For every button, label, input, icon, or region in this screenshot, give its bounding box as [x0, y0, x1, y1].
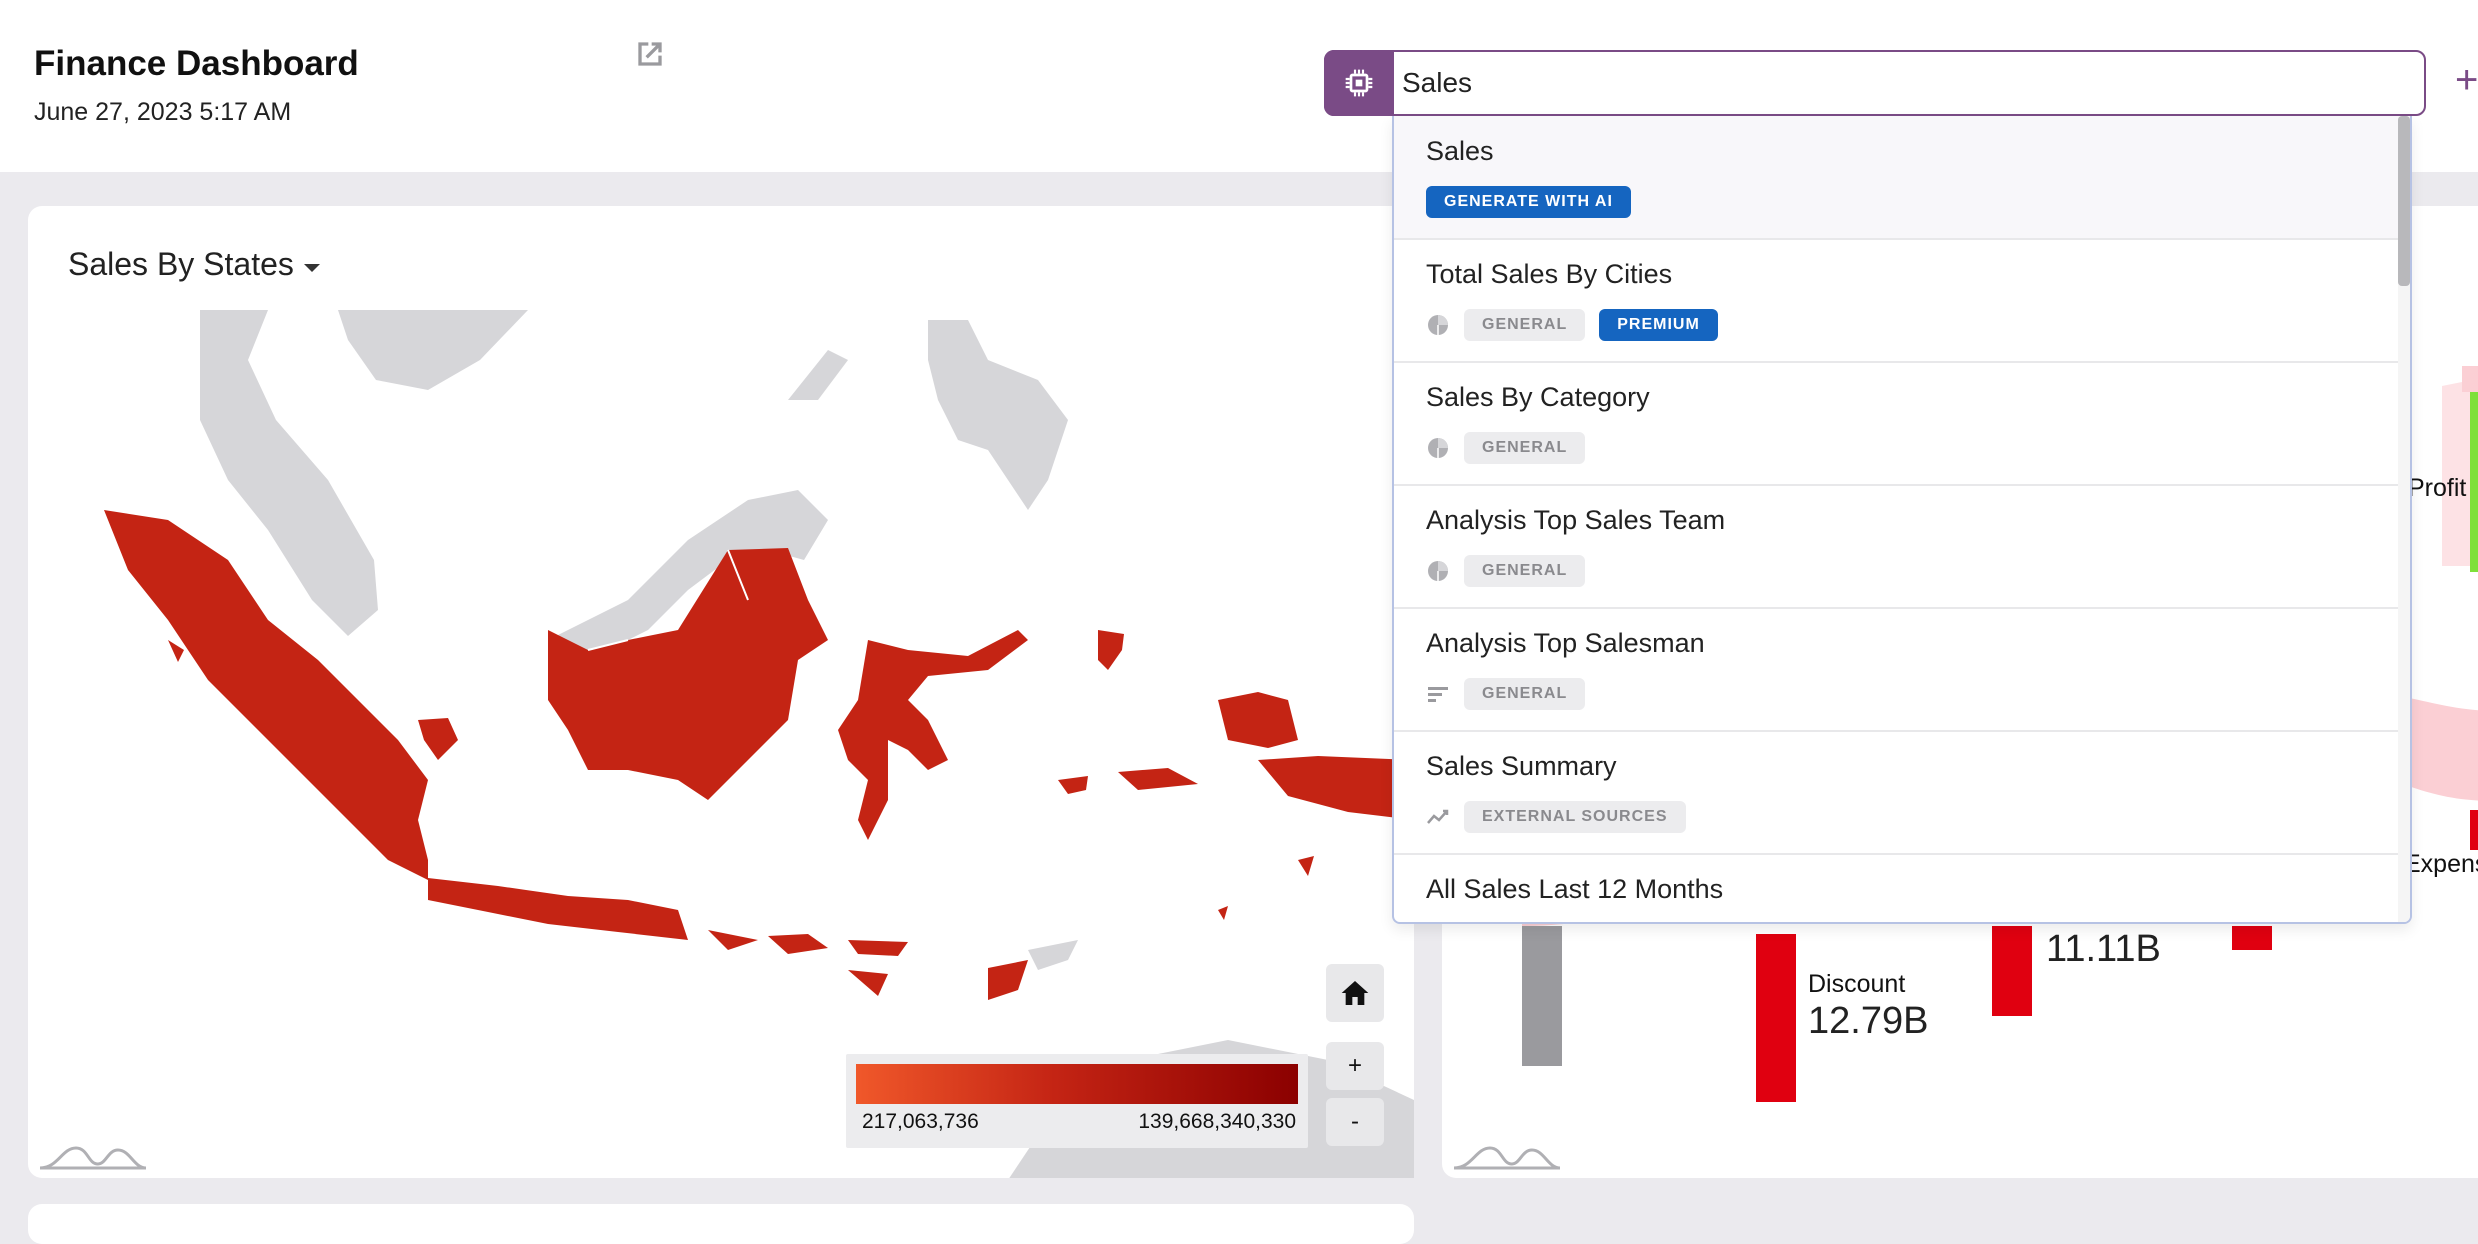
- suggestion-item[interactable]: Sales By Category GENERAL: [1394, 362, 2398, 486]
- map-home-button[interactable]: [1326, 964, 1384, 1022]
- suggestion-title: Analysis Top Salesman: [1426, 628, 1705, 658]
- suggestion-tags: GENERATE WITH AI: [1426, 186, 1631, 218]
- brand-logo-icon: [1453, 1146, 1561, 1170]
- legend-gradient: [856, 1064, 1298, 1104]
- dashboard-title: Finance Dashboard: [34, 44, 359, 83]
- map-region-sulawesi: [838, 630, 1028, 840]
- suggestion-tags: GENERAL: [1426, 678, 1586, 710]
- sankey-value-discount: 12.79B: [1808, 1000, 1929, 1042]
- map-region-sumatra: [104, 510, 428, 880]
- pie-chart-icon: [1426, 436, 1450, 460]
- suggestion-item[interactable]: Sales GENERATE WITH AI: [1394, 116, 2398, 240]
- sankey-node-red-3: [2232, 926, 2272, 950]
- sankey-node-red-2: [1992, 926, 2032, 1016]
- bar-list-icon: [1426, 682, 1450, 706]
- brand-logo-icon: [39, 1146, 147, 1170]
- map-legend: 217,063,736 139,668,340,330: [846, 1054, 1308, 1148]
- pie-chart-icon: [1426, 313, 1450, 337]
- add-icon[interactable]: +: [2455, 58, 2478, 103]
- sankey-label-profit: Profit: [2408, 474, 2467, 502]
- map-card-title[interactable]: Sales By States: [68, 246, 294, 283]
- legend-min-value: 217,063,736: [862, 1110, 979, 1133]
- zoom-in-button[interactable]: +: [1326, 1042, 1384, 1090]
- chevron-down-icon[interactable]: [302, 262, 322, 274]
- bottom-card: [28, 1204, 1414, 1244]
- suggestion-title: Sales By Category: [1426, 382, 1650, 412]
- ai-search-button[interactable]: [1324, 50, 1394, 116]
- suggestion-title: Sales: [1426, 136, 1494, 166]
- search-input[interactable]: [1394, 52, 2414, 114]
- search-suggestions-dropdown: Sales GENERATE WITH AI Total Sales By Citi…: [1392, 116, 2412, 924]
- suggestion-item[interactable]: Analysis Top Salesman GENERAL: [1394, 608, 2398, 732]
- suggestion-title: Sales Summary: [1426, 751, 1617, 781]
- suggestion-tag: EXTERNAL SOURCES: [1464, 801, 1686, 833]
- suggestion-tag[interactable]: GENERATE WITH AI: [1426, 186, 1631, 218]
- pie-chart-icon: [1426, 559, 1450, 583]
- suggestion-item[interactable]: Total Sales By Cities GENERAL PREMIUM: [1394, 239, 2398, 363]
- sankey-node-profit: [2470, 392, 2478, 572]
- trend-line-icon: [1426, 805, 1450, 829]
- home-icon: [1341, 981, 1369, 1005]
- sankey-node-discount: [1756, 934, 1796, 1102]
- sankey-node-gray: [1522, 926, 1562, 1066]
- sankey-label-expense: Expens: [2404, 850, 2478, 878]
- map-region-java: [428, 878, 688, 940]
- suggestion-item[interactable]: Sales Summary EXTERNAL SOURCES: [1394, 731, 2398, 855]
- suggestion-tags: GENERAL PREMIUM: [1426, 309, 1718, 341]
- zoom-out-button[interactable]: -: [1326, 1098, 1384, 1146]
- chip-icon: [1345, 69, 1373, 97]
- sankey-label-discount: Discount: [1808, 970, 1906, 998]
- indonesia-map: [104, 310, 1414, 1178]
- suggestion-tag: GENERAL: [1464, 432, 1586, 464]
- dashboard-date: June 27, 2023 5:17 AM: [34, 98, 292, 126]
- suggestion-tag: GENERAL: [1464, 678, 1586, 710]
- suggestion-tag: PREMIUM: [1599, 309, 1718, 341]
- suggestion-tags: GENERAL: [1426, 555, 1586, 587]
- suggestion-tag: GENERAL: [1464, 309, 1586, 341]
- sankey-value-other: 11.11B: [2046, 928, 2161, 970]
- suggestion-title: Analysis Top Sales Team: [1426, 505, 1726, 535]
- suggestion-item[interactable]: All Sales Last 12 Months: [1394, 854, 2398, 922]
- suggestion-tag: GENERAL: [1464, 555, 1586, 587]
- suggestion-item[interactable]: Analysis Top Sales Team GENERAL: [1394, 485, 2398, 609]
- open-external-icon[interactable]: [630, 34, 670, 74]
- suggestion-title: Total Sales By Cities: [1426, 259, 1673, 289]
- legend-max-value: 139,668,340,330: [1138, 1110, 1296, 1133]
- scrollbar-thumb[interactable]: [2398, 116, 2410, 286]
- suggestion-title: All Sales Last 12 Months: [1426, 874, 1724, 904]
- suggestion-tags: EXTERNAL SOURCES: [1426, 801, 1686, 833]
- suggestion-tags: GENERAL: [1426, 432, 1586, 464]
